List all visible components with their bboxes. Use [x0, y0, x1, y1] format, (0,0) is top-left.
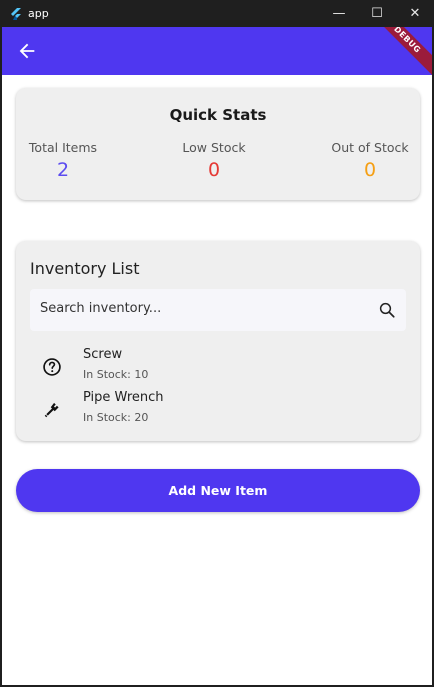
back-arrow-icon[interactable] — [16, 40, 38, 62]
flutter-logo-icon — [11, 7, 21, 20]
stat-value: 0 — [363, 159, 377, 181]
minimize-button[interactable]: — — [320, 0, 358, 27]
stat-label: Out of Stock — [331, 140, 409, 155]
item-name: Screw — [83, 347, 123, 362]
stat-value: 2 — [56, 159, 70, 181]
stat-out-of-stock: Out of Stock 0 — [328, 140, 412, 181]
stat-total-items: Total Items 2 — [28, 140, 98, 181]
stat-label: Total Items — [28, 140, 98, 155]
debug-banner: DEBUG — [363, 27, 432, 75]
close-button[interactable]: ✕ — [396, 0, 434, 27]
app-bar: DEBUG — [2, 27, 432, 75]
stat-low-stock: Low Stock 0 — [176, 140, 252, 181]
main-content: Quick Stats Total Items 2 Low Stock 0 Ou… — [2, 75, 432, 685]
stat-label: Low Stock — [182, 140, 246, 155]
search-input[interactable]: Search inventory... — [30, 289, 406, 331]
item-name: Pipe Wrench — [83, 390, 164, 405]
help-circle-icon — [43, 358, 61, 376]
search-placeholder: Search inventory... — [40, 301, 162, 316]
maximize-button[interactable]: ☐ — [358, 0, 396, 27]
stat-value: 0 — [207, 159, 221, 181]
search-icon[interactable] — [378, 301, 396, 319]
window-title: app — [28, 7, 49, 20]
window-titlebar: app — ☐ ✕ — [0, 0, 434, 27]
list-item[interactable]: Pipe Wrench In Stock: 20 — [30, 390, 406, 430]
item-stock: In Stock: 10 — [83, 368, 149, 381]
window-controls: — ☐ ✕ — [320, 0, 434, 27]
list-item[interactable]: Screw In Stock: 10 — [30, 347, 406, 387]
quick-stats-title: Quick Stats — [169, 106, 267, 124]
wrench-icon — [44, 402, 59, 418]
quick-stats-card: Quick Stats Total Items 2 Low Stock 0 Ou… — [16, 88, 420, 200]
inventory-list-title: Inventory List — [30, 259, 140, 278]
add-new-item-button[interactable]: Add New Item — [16, 469, 420, 512]
inventory-list-card: Inventory List Search inventory... Screw… — [16, 241, 420, 441]
item-stock: In Stock: 20 — [83, 411, 149, 424]
